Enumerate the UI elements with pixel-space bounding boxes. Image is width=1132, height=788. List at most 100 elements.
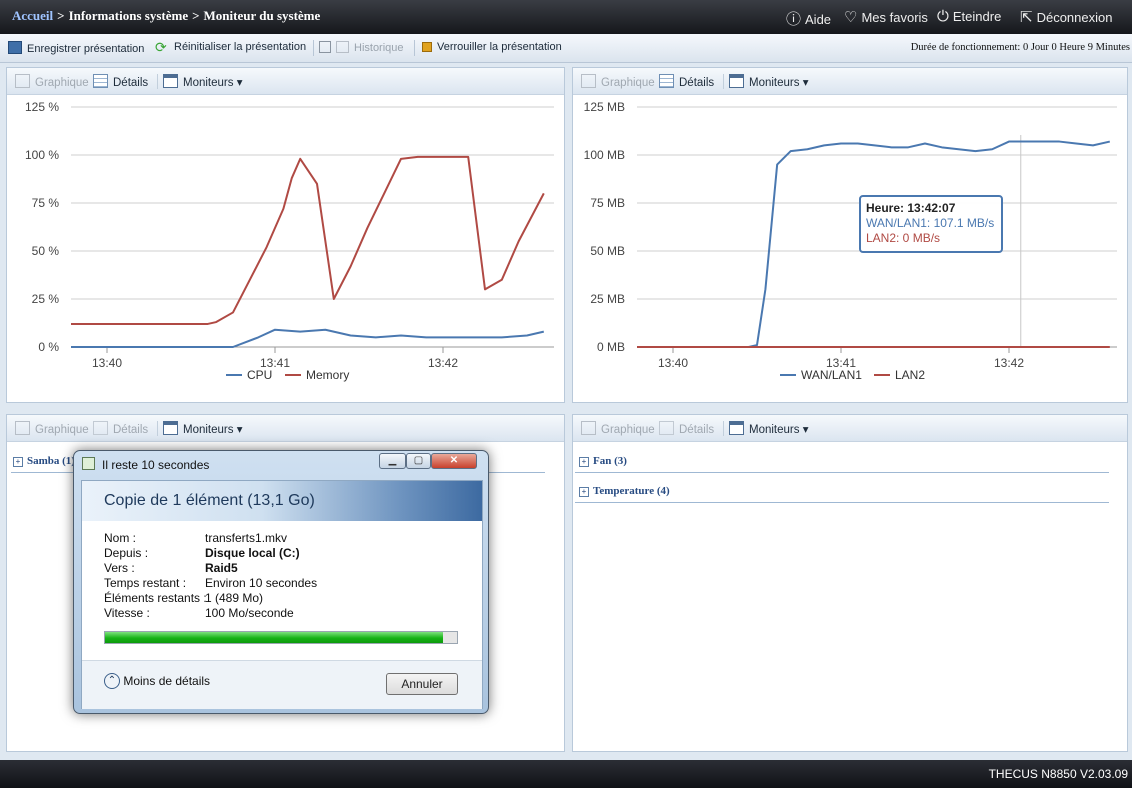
x-tick-label: 13:42 xyxy=(428,356,458,370)
maximize-icon: ▢ xyxy=(413,455,424,466)
group-divider xyxy=(575,502,1109,503)
checkbox-icon xyxy=(319,41,331,53)
graph-tab[interactable]: Graphique xyxy=(15,421,89,436)
x-tick-label: 13:40 xyxy=(92,356,122,370)
legend-label: WAN/LAN1 xyxy=(801,368,862,382)
monitor-icon xyxy=(729,421,744,435)
details-row: Vers : Raid5 xyxy=(104,561,464,576)
toolbar: Enregistrer présentation ⟳ Réinitialiser … xyxy=(0,34,1132,63)
details-tab[interactable]: Détails xyxy=(659,74,714,89)
legend-label: CPU xyxy=(247,368,272,382)
network-panel: Graphique Détails Moniteurs ▾ 125 MB 100 … xyxy=(572,67,1128,403)
detail-label: Temps restant : xyxy=(104,576,187,590)
save-layout-button[interactable]: Enregistrer présentation xyxy=(8,41,144,55)
top-bar: Accueil > Informations système > Moniteur du… xyxy=(0,0,1132,34)
details-tab[interactable]: Détails xyxy=(93,74,148,89)
logout-icon: ⇱ xyxy=(1020,9,1033,26)
series-line-cpu xyxy=(71,328,545,348)
breadcrumb: Accueil > Informations système > Moniteur du… xyxy=(12,8,321,23)
monitors-dropdown[interactable]: Moniteurs ▾ xyxy=(163,421,242,436)
y-tick-label: 25 MB xyxy=(590,292,625,306)
detail-value: Raid5 xyxy=(205,561,238,575)
legend-label: LAN2 xyxy=(895,368,925,382)
cpu-memory-chart: 125 %100 %75 %50 %25 %0 %13:40 13:41 13:42… xyxy=(25,100,554,382)
detail-label: Nom : xyxy=(104,531,137,545)
cancel-button[interactable]: Annuler xyxy=(386,673,458,695)
y-tick-label: 100 MB xyxy=(584,148,625,162)
panel-header: Graphique Détails Moniteurs ▾ xyxy=(7,415,564,442)
network-chart: 125 MB 100 MB 75 MB 50 MB 25 MB 0 MB 13:40 13:4… xyxy=(584,100,1117,382)
fan-group[interactable]: + Fan (3) xyxy=(579,455,627,467)
chevron-up-icon: ⌃ xyxy=(104,673,120,689)
y-tick-label: 25 % xyxy=(32,292,60,306)
power-icon: ⏻ xyxy=(937,8,949,25)
close-button[interactable]: ✕ xyxy=(431,453,477,469)
dropdown-arrow-icon: ▾ xyxy=(802,77,809,89)
help-icon: ⓘ xyxy=(786,11,802,28)
progress-bar xyxy=(104,631,458,644)
detail-value: Environ 10 secondes xyxy=(205,576,318,590)
details-tab[interactable]: Détails xyxy=(93,421,148,436)
chart-icon xyxy=(15,421,30,435)
x-tick-label: 13:42 xyxy=(994,356,1024,370)
detail-value: transferts1.mkv xyxy=(205,531,288,545)
monitors-dropdown[interactable]: Moniteurs ▾ xyxy=(163,74,242,89)
header-divider xyxy=(157,74,158,89)
favorites-link[interactable]: ♡ Mes favoris xyxy=(844,8,928,26)
details-row: Nom : transferts1.mkv xyxy=(104,531,464,546)
uptime-text: Durée de fonctionnement: 0 Jour 0 Heure … xyxy=(910,42,1130,53)
shutdown-link[interactable]: ⏻ Eteindre xyxy=(937,8,1001,25)
dropdown-arrow-icon: ▾ xyxy=(236,424,243,436)
copy-dialog: Il reste 10 secondes ▁ ▢ ✕ Copie de 1 él… xyxy=(73,450,489,714)
refresh-icon: ⟳ xyxy=(155,39,167,55)
table-icon xyxy=(93,74,108,88)
dropdown-arrow-icon: ▾ xyxy=(236,77,243,89)
dialog-title: Il reste 10 secondes xyxy=(102,458,210,472)
details-row: Vitesse : 100 Mo/seconde xyxy=(104,606,464,621)
table-icon xyxy=(93,421,108,435)
breadcrumb-home[interactable]: Accueil xyxy=(12,8,53,23)
monitor-icon xyxy=(163,421,178,435)
minimize-icon: ▁ xyxy=(388,455,397,466)
help-link[interactable]: ⓘ Aide xyxy=(786,8,831,29)
logout-link[interactable]: ⇱ Déconnexion xyxy=(1020,8,1112,26)
detail-label: Vitesse : xyxy=(104,606,150,620)
expand-icon: + xyxy=(13,457,23,467)
breadcrumb-system-monitor: Moniteur du système xyxy=(203,8,321,23)
monitors-dropdown[interactable]: Moniteurs ▾ xyxy=(729,74,808,89)
dialog-heading: Copie de 1 élément (13,1 Go) xyxy=(104,492,315,509)
expand-icon: + xyxy=(579,457,589,467)
dialog-header: Copie de 1 élément (13,1 Go) xyxy=(82,481,482,521)
expand-icon: + xyxy=(579,487,589,497)
breadcrumb-system-info[interactable]: Informations système xyxy=(69,8,189,23)
details-row: Éléments restants :1 (489 Mo) xyxy=(104,591,464,606)
samba-group[interactable]: + Samba (1) xyxy=(13,455,75,467)
minimize-button[interactable]: ▁ xyxy=(379,453,406,469)
toolbar-divider xyxy=(313,40,314,56)
reset-layout-button[interactable]: ⟳ Réinitialiser la présentation xyxy=(155,39,306,55)
graph-tab[interactable]: Graphique xyxy=(581,421,655,436)
detail-value: 1 (489 Mo) xyxy=(205,591,264,605)
y-tick-label: 50 MB xyxy=(590,244,625,258)
panel-header: Graphique Détails Moniteurs ▾ xyxy=(573,68,1127,95)
lock-layout-button[interactable]: Verrouiller la présentation xyxy=(422,41,562,53)
monitor-icon xyxy=(729,74,744,88)
graph-tab[interactable]: Graphique xyxy=(15,74,89,89)
less-details-toggle[interactable]: ⌃ Moins de détails xyxy=(104,673,210,689)
header-divider xyxy=(157,421,158,436)
tooltip-wan: WAN/LAN1: 107.1 MB/s xyxy=(866,216,995,230)
chart-tooltip: Heure: 13:42:07 WAN/LAN1: 107.1 MB/s LAN… xyxy=(859,195,1003,253)
copy-icon xyxy=(82,457,95,470)
maximize-button[interactable]: ▢ xyxy=(406,453,431,469)
cpu-memory-panel: Graphique Détails Moniteurs ▾ 125 % 100 %… xyxy=(6,67,565,403)
footer: THECUS N8850 V2.03.09 xyxy=(0,760,1132,788)
detail-label: Vers : xyxy=(104,561,135,575)
y-tick-label: 0 % xyxy=(38,340,59,354)
y-tick-label: 0 MB xyxy=(597,340,625,354)
monitors-dropdown[interactable]: Moniteurs ▾ xyxy=(729,421,808,436)
details-tab[interactable]: Détails xyxy=(659,421,714,436)
y-tick-label: 75 % xyxy=(32,196,60,210)
history-button[interactable]: Historique xyxy=(319,41,404,54)
temperature-group[interactable]: + Temperature (4) xyxy=(579,485,670,497)
graph-tab[interactable]: Graphique xyxy=(581,74,655,89)
